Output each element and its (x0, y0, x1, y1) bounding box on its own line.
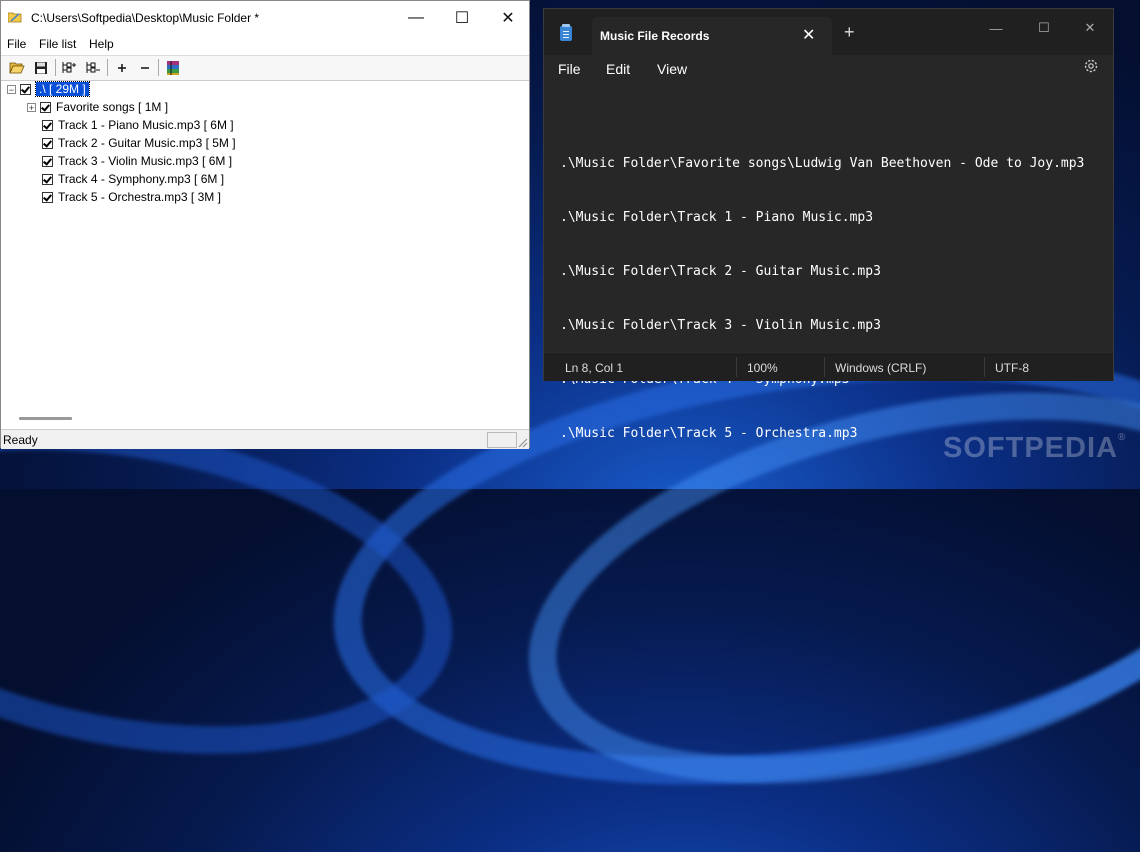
open-folder-icon (9, 62, 25, 73)
status-bar: Ready (1, 429, 529, 449)
expand-tree-icon (62, 61, 76, 73)
menu-file-list[interactable]: File list (39, 37, 76, 51)
tab-label: Music File Records (600, 29, 710, 43)
save-button[interactable] (31, 58, 51, 77)
tree-item[interactable]: Track 5 - Orchestra.mp3 [ 3M ] (42, 188, 221, 206)
open-folder-button[interactable] (7, 58, 27, 77)
tree-item-label: Favorite songs [ 1M ] (56, 100, 169, 114)
text-line: .\Music Folder\Track 2 - Guitar Music.mp… (560, 264, 881, 279)
tree-item[interactable]: Track 3 - Violin Music.mp3 [ 6M ] (42, 152, 232, 170)
minimize-button[interactable]: — (973, 15, 1019, 41)
menu-bar: File File list Help (1, 35, 529, 54)
tree-item-label: Track 3 - Violin Music.mp3 [ 6M ] (58, 154, 233, 168)
menu-view[interactable]: View (657, 61, 687, 77)
minus-icon (141, 66, 149, 69)
file-tree: − .\ [ 29M ] + Favorite songs [ 1M ] Tra… (1, 80, 529, 410)
menu-file[interactable]: File (7, 37, 26, 51)
plus-icon (118, 63, 126, 72)
window-title: C:\Users\Softpedia\Desktop\Music Folder … (31, 11, 260, 25)
item-checkbox[interactable] (42, 137, 53, 149)
item-checkbox[interactable] (42, 119, 53, 131)
minimize-button[interactable]: — (393, 1, 439, 35)
tab-music-file-records[interactable]: Music File Records ✕ (592, 17, 832, 55)
remove-button[interactable] (135, 58, 155, 77)
maximize-button[interactable]: ☐ (439, 1, 485, 35)
expand-tree-button[interactable] (59, 58, 79, 77)
notepad-icon (560, 24, 572, 41)
zoom-level: 100% (747, 361, 778, 375)
notepad-window: Music File Records ✕ + — ☐ ✕ File Edit V… (543, 8, 1114, 441)
root-checkbox[interactable] (20, 83, 31, 95)
tree-root-label: .\ [ 29M ] (35, 81, 90, 97)
item-checkbox[interactable] (42, 173, 53, 185)
expand-toggle[interactable]: + (27, 102, 36, 112)
status-bar: Ln 8, Col 1 100% Windows (CRLF) UTF-8 (544, 354, 1113, 381)
menu-file[interactable]: File (558, 61, 581, 77)
text-line: .\Music Folder\Track 1 - Piano Music.mp3 (560, 210, 874, 225)
title-bar[interactable]: C:\Users\Softpedia\Desktop\Music Folder … (1, 1, 529, 35)
tree-item-label: Track 1 - Piano Music.mp3 [ 6M ] (58, 118, 234, 132)
encoding: UTF-8 (995, 361, 1029, 375)
resize-grip-icon[interactable] (516, 436, 528, 448)
tree-item[interactable]: Track 1 - Piano Music.mp3 [ 6M ] (42, 116, 234, 134)
menu-bar: File Edit View (544, 55, 1113, 89)
tab-close-button[interactable]: ✕ (802, 25, 815, 45)
status-panel (487, 432, 517, 448)
collapse-tree-icon (86, 61, 100, 73)
close-button[interactable]: ✕ (485, 1, 531, 35)
horizontal-scrollbar[interactable] (19, 417, 72, 420)
tree-item[interactable]: + Favorite songs [ 1M ] (27, 98, 168, 116)
tree-item-label: Track 4 - Symphony.mp3 [ 6M ] (58, 172, 225, 186)
save-icon (35, 61, 47, 74)
collapse-tree-button[interactable] (83, 58, 103, 77)
file-list-window: C:\Users\Softpedia\Desktop\Music Folder … (0, 0, 530, 449)
archive-icon (167, 60, 179, 75)
folder-icon (8, 12, 22, 23)
collapse-toggle[interactable]: − (7, 84, 16, 94)
tab-bar: Music File Records ✕ + — ☐ ✕ (544, 9, 1113, 55)
text-editor[interactable]: .\Music Folder\Favorite songs\Ludwig Van… (560, 119, 1084, 479)
menu-edit[interactable]: Edit (606, 61, 630, 77)
line-ending: Windows (CRLF) (835, 361, 927, 375)
item-checkbox[interactable] (40, 101, 51, 113)
gear-icon[interactable] (1082, 57, 1100, 75)
tree-item-label: Track 5 - Orchestra.mp3 [ 3M ] (58, 190, 221, 204)
menu-help[interactable]: Help (89, 37, 114, 51)
text-line: .\Music Folder\Track 5 - Orchestra.mp3 (560, 426, 858, 441)
tree-root[interactable]: − .\ [ 29M ] (7, 80, 90, 98)
add-button[interactable] (112, 58, 132, 77)
archive-button[interactable] (163, 58, 183, 77)
maximize-button[interactable]: ☐ (1021, 15, 1067, 41)
item-checkbox[interactable] (42, 155, 53, 167)
tree-item[interactable]: Track 2 - Guitar Music.mp3 [ 5M ] (42, 134, 236, 152)
close-button[interactable]: ✕ (1067, 15, 1113, 41)
tree-item-label: Track 2 - Guitar Music.mp3 [ 5M ] (58, 136, 236, 150)
toolbar (1, 55, 529, 81)
tree-item[interactable]: Track 4 - Symphony.mp3 [ 6M ] (42, 170, 224, 188)
cursor-position: Ln 8, Col 1 (565, 361, 624, 375)
text-line: .\Music Folder\Favorite songs\Ludwig Van… (560, 156, 1085, 171)
text-line: .\Music Folder\Track 3 - Violin Music.mp… (560, 318, 881, 333)
item-checkbox[interactable] (42, 191, 53, 203)
new-tab-button[interactable]: + (844, 22, 855, 43)
status-text: Ready (3, 433, 38, 447)
